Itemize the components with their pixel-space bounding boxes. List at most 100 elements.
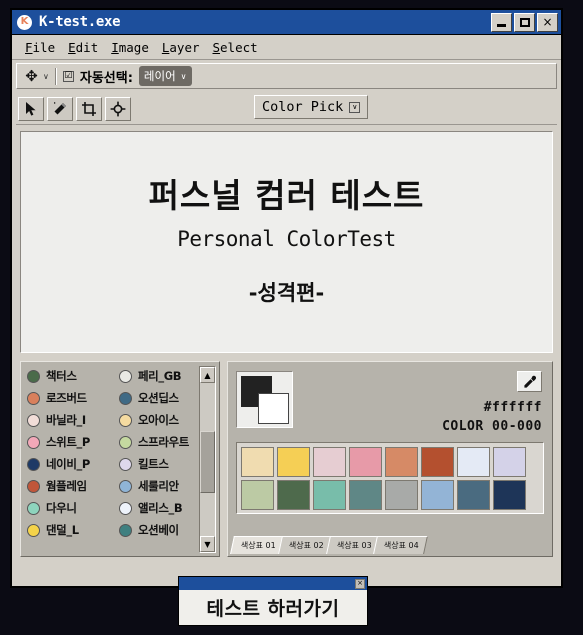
color-dot xyxy=(119,413,132,427)
color-dot xyxy=(27,501,40,515)
color-pick-label: Color Pick xyxy=(262,99,344,115)
menu-item-select[interactable]: Select xyxy=(211,39,260,56)
swatch[interactable] xyxy=(493,447,526,477)
tab-palette-01[interactable]: 색상표 01 xyxy=(230,536,285,554)
window-controls: × xyxy=(491,12,559,32)
color-pick-dropdown-button[interactable]: Color Pick ∨ xyxy=(254,95,369,119)
minimize-button[interactable] xyxy=(491,12,512,32)
list-item[interactable]: 바닐라_I xyxy=(27,410,119,430)
color-dot xyxy=(119,479,132,493)
color-dot xyxy=(119,501,132,515)
menu-item-edit[interactable]: Edit xyxy=(66,39,100,56)
tab-label: 색상표 01 xyxy=(240,541,276,550)
menu-item-image[interactable]: Image xyxy=(109,39,151,56)
close-button[interactable]: × xyxy=(537,12,558,32)
auto-select-checkbox[interactable]: ☑ xyxy=(62,70,74,82)
list-item[interactable]: 다우니 xyxy=(27,498,119,518)
hex-value-label: #ffffff xyxy=(483,400,542,415)
list-item-label: 킬트스 xyxy=(138,457,169,471)
list-item-label: 다우니 xyxy=(46,501,77,515)
scrollbar-track[interactable] xyxy=(200,383,215,536)
list-item[interactable]: 오아이스 xyxy=(119,410,189,430)
list-item[interactable]: 오션베이 xyxy=(119,520,189,540)
swatch[interactable] xyxy=(493,480,526,510)
tool-strip: Color Pick ∨ xyxy=(16,94,557,125)
swatch[interactable] xyxy=(421,480,454,510)
target-crosshair-icon xyxy=(110,101,126,117)
foreground-background-swatch[interactable] xyxy=(236,371,293,428)
list-item[interactable]: 웜플레임 xyxy=(27,476,119,496)
list-item-label: 댄덜_L xyxy=(46,523,79,537)
list-item-label: 오션베이 xyxy=(138,523,179,537)
swatch[interactable] xyxy=(313,480,346,510)
crop-tool[interactable] xyxy=(76,97,102,121)
move-arrow-tool[interactable] xyxy=(18,97,44,121)
list-item-label: 오아이스 xyxy=(138,413,179,427)
list-item[interactable]: 킬트스 xyxy=(119,454,189,474)
magic-wand-tool[interactable] xyxy=(47,97,73,121)
color-dot xyxy=(27,435,40,449)
swatch[interactable] xyxy=(385,480,418,510)
arrow-cursor-icon xyxy=(26,102,36,116)
list-item[interactable]: 네이비_P xyxy=(27,454,119,474)
minimize-icon xyxy=(497,23,506,27)
swatch[interactable] xyxy=(457,480,490,510)
tab-palette-04[interactable]: 색상표 04 xyxy=(373,536,429,554)
list-item[interactable]: 책터스 xyxy=(27,366,119,386)
dialog-close-button[interactable]: × xyxy=(355,578,365,589)
list-scrollbar[interactable]: ▲ ▼ xyxy=(199,366,216,553)
scroll-up-button[interactable]: ▲ xyxy=(200,367,215,383)
swatch-grid xyxy=(236,442,544,514)
swatch[interactable] xyxy=(241,480,274,510)
scrollbar-thumb[interactable] xyxy=(200,431,215,493)
menu-item-layer[interactable]: Layer xyxy=(160,39,202,56)
list-item[interactable]: 페리_GB xyxy=(119,366,189,386)
list-item[interactable]: 댄덜_L xyxy=(27,520,119,540)
canvas-area[interactable]: 퍼스널 컴러 테스트 Personal ColorTest -성격편- xyxy=(20,131,553,353)
list-item[interactable]: 스위트_P xyxy=(27,432,119,452)
color-list-panel: 책터스 로즈버드 바닐라_I 스위트_P 네이비_P 웜플레임 다우니 댄덜_L… xyxy=(20,361,220,557)
layer-dropdown-value: 레이어 xyxy=(143,69,176,83)
swatch[interactable] xyxy=(457,447,490,477)
canvas-title: 퍼스널 컴러 테스트 xyxy=(148,176,425,215)
list-item[interactable]: 스프라우트 xyxy=(119,432,189,452)
color-dot xyxy=(119,457,132,471)
swatch[interactable] xyxy=(241,447,274,477)
swatch[interactable] xyxy=(277,447,310,477)
menu-item-file[interactable]: File xyxy=(23,39,57,56)
color-list-left-column: 책터스 로즈버드 바닐라_I 스위트_P 네이비_P 웜플레임 다우니 댄덜_L xyxy=(27,366,119,553)
swatch[interactable] xyxy=(277,480,310,510)
list-item-label: 스위트_P xyxy=(46,435,90,449)
color-picker-panel: #ffffff COLOR 00-000 색상표 01 색상표 02 색상표 0… xyxy=(227,361,553,557)
list-item[interactable]: 세룰리안 xyxy=(119,476,189,496)
move-tool-selector[interactable]: ✥ ∨ xyxy=(23,68,49,85)
list-item[interactable]: 오션딥스 xyxy=(119,388,189,408)
list-item-label: 세룰리안 xyxy=(138,479,179,493)
swatch[interactable] xyxy=(349,447,382,477)
background-color-swatch[interactable] xyxy=(258,393,289,424)
eyedropper-button[interactable] xyxy=(517,371,542,392)
swatch[interactable] xyxy=(349,480,382,510)
scroll-down-button[interactable]: ▼ xyxy=(200,536,215,552)
target-tool[interactable] xyxy=(105,97,131,121)
color-id-label: COLOR 00-000 xyxy=(442,419,542,434)
tab-palette-03[interactable]: 색상표 03 xyxy=(325,536,381,554)
tab-palette-02[interactable]: 색상표 02 xyxy=(277,536,333,554)
color-dot xyxy=(119,391,132,405)
color-dot xyxy=(27,391,40,405)
divider xyxy=(54,67,57,85)
list-item[interactable]: 앨리스_B xyxy=(119,498,189,518)
tab-label: 색상표 02 xyxy=(288,541,324,550)
start-test-button[interactable]: 테스트 하러가기 xyxy=(179,590,367,625)
swatch[interactable] xyxy=(313,447,346,477)
move-icon: ✥ xyxy=(25,66,38,85)
swatch[interactable] xyxy=(421,447,454,477)
list-item[interactable]: 로즈버드 xyxy=(27,388,119,408)
layer-dropdown[interactable]: 레이어 ∨ xyxy=(138,66,192,86)
swatch[interactable] xyxy=(385,447,418,477)
color-dot xyxy=(27,479,40,493)
list-item-label: 페리_GB xyxy=(138,369,182,383)
maximize-button[interactable] xyxy=(514,12,535,32)
app-logo-icon: K xyxy=(17,14,32,30)
swatch-row-2 xyxy=(241,480,539,510)
